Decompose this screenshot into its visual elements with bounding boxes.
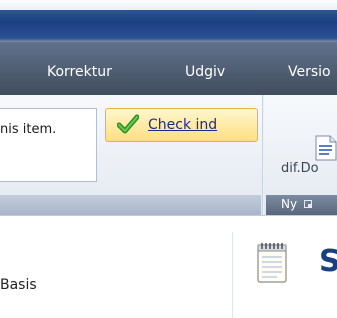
tab-udgiv[interactable]: Udgiv	[185, 64, 225, 80]
check-in-label[interactable]: Check ind	[148, 117, 217, 133]
window-titlebar	[0, 0, 337, 42]
ribbon-group-divider	[262, 95, 264, 215]
page-heading: S	[319, 244, 337, 279]
tab-korrektur[interactable]: Korrektur	[47, 64, 112, 80]
notice-text: nis item.	[0, 122, 57, 137]
checkmark-icon	[117, 114, 139, 134]
document-label[interactable]: dif.Do	[281, 161, 319, 176]
notepad-icon	[257, 243, 287, 283]
ribbon-group-footer	[0, 195, 261, 215]
ribbon-group-footer-new	[266, 195, 337, 215]
content-left-text: Basis	[0, 277, 37, 293]
notice-box	[0, 108, 97, 182]
content-separator	[0, 215, 337, 216]
pane-divider	[232, 232, 233, 318]
dialog-launcher-icon[interactable]	[304, 200, 312, 208]
group-label-ny: Ny	[281, 197, 298, 211]
tab-versions[interactable]: Versio	[288, 64, 331, 80]
document-icon[interactable]	[315, 135, 337, 161]
